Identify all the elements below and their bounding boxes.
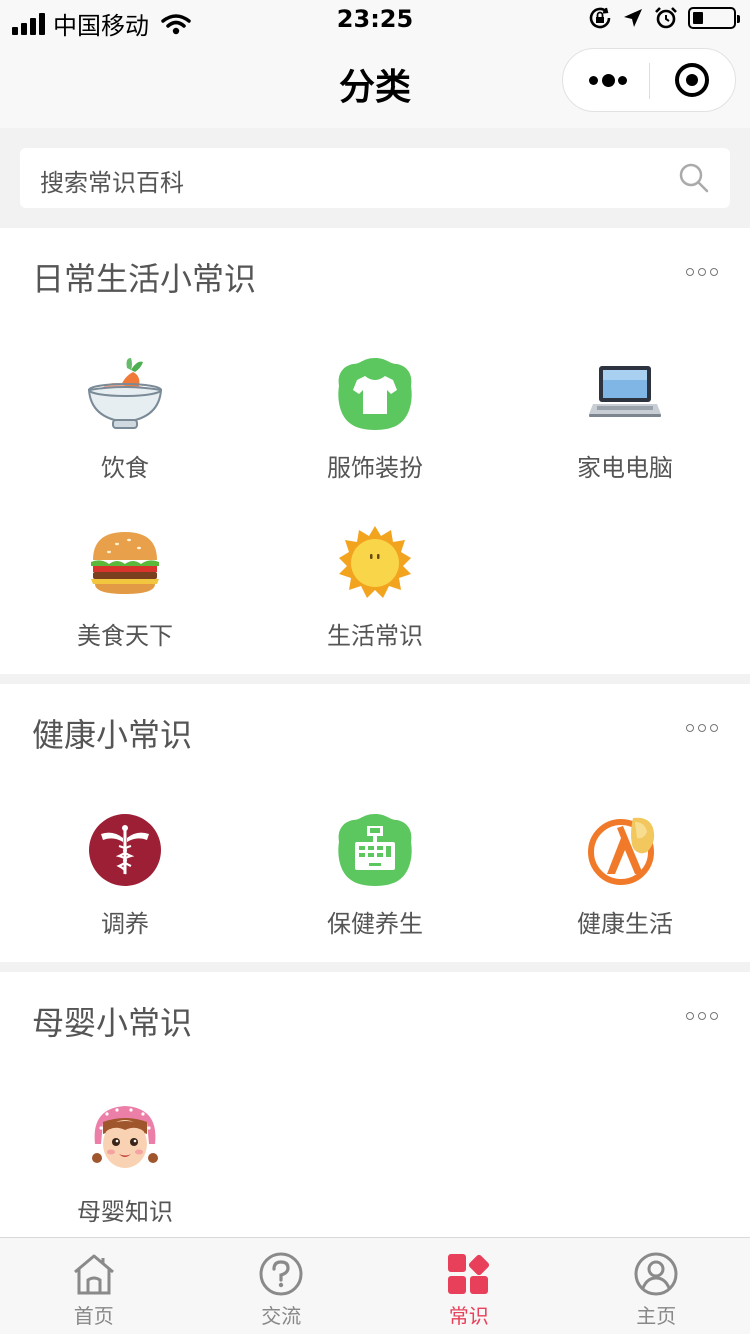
more-menu-button[interactable]: [589, 49, 627, 111]
alarm-icon: [655, 7, 677, 29]
tab-profile[interactable]: 主页: [563, 1238, 750, 1334]
status-bar: 中国移动 23:25: [0, 0, 750, 40]
category-item-diet[interactable]: 饮食: [0, 356, 250, 483]
caduceus-icon: [89, 814, 161, 886]
search-input[interactable]: 搜索常识百科: [20, 148, 730, 208]
navigation-bar: 分类: [0, 40, 750, 128]
category-label: 服饰装扮: [327, 454, 423, 482]
lambda-badge-icon: [588, 817, 655, 885]
burger-icon: [91, 532, 159, 594]
category-item-health-care[interactable]: 保健养生: [250, 812, 500, 939]
category-label: 生活常识: [327, 622, 423, 650]
category-item-appliances[interactable]: 家电电脑: [500, 356, 750, 483]
more-icon[interactable]: [686, 724, 718, 732]
section-maternal-infant: 母婴小常识 母婴知识: [0, 972, 750, 1237]
tab-knowledge[interactable]: 常识: [375, 1238, 563, 1334]
tab-label: 主页: [636, 1304, 677, 1328]
tab-label: 常识: [448, 1304, 489, 1328]
tshirt-icon: [338, 358, 412, 430]
sun-icon: [339, 526, 411, 598]
category-label: 美食天下: [77, 622, 173, 650]
location-arrow-icon: [624, 9, 642, 27]
category-label: 饮食: [101, 454, 149, 482]
category-label: 母婴知识: [77, 1198, 173, 1226]
mini-program-capsule: [562, 48, 736, 112]
battery-icon: [688, 7, 740, 29]
home-icon: [73, 1254, 114, 1295]
laptop-icon: [589, 366, 661, 417]
cash-register-icon: [338, 814, 412, 886]
question-icon: [259, 1252, 303, 1296]
search-icon[interactable]: [678, 162, 710, 194]
category-label: 健康生活: [577, 910, 673, 938]
section-daily-life: 日常生活小常识 饮食 服饰装扮 家电电脑 美食天下 生活常识: [0, 228, 750, 674]
category-item-maternal-knowledge[interactable]: 母婴知识: [0, 1100, 250, 1227]
status-right: [588, 6, 740, 30]
category-blocks-icon: [447, 1254, 489, 1294]
section-title: 日常生活小常识: [32, 260, 257, 298]
capsule-divider: [649, 63, 650, 99]
category-item-clothing[interactable]: 服饰装扮: [250, 356, 500, 483]
tab-label: 交流: [261, 1304, 302, 1328]
rotation-lock-icon: [589, 7, 611, 29]
profile-icon: [634, 1252, 678, 1296]
more-icon[interactable]: [686, 1012, 718, 1020]
category-label: 调养: [101, 910, 149, 938]
girl-face-icon: [92, 1106, 158, 1168]
tab-home[interactable]: 首页: [0, 1238, 188, 1334]
section-title: 母婴小常识: [32, 1004, 193, 1042]
more-icon[interactable]: [686, 268, 718, 276]
category-label: 家电电脑: [577, 454, 673, 482]
tab-label: 首页: [73, 1304, 114, 1328]
category-item-life-tips[interactable]: 生活常识: [250, 524, 500, 651]
section-health: 健康小常识 调养 保健养生 健康生活: [0, 684, 750, 962]
category-label: 保健养生: [327, 910, 423, 938]
close-mini-program-button[interactable]: [675, 63, 709, 97]
section-title: 健康小常识: [32, 716, 193, 754]
tab-bar: 首页 交流 常识 主页: [0, 1237, 750, 1334]
category-item-gourmet[interactable]: 美食天下: [0, 524, 250, 651]
food-bowl-icon: [87, 358, 163, 429]
tab-discuss[interactable]: 交流: [188, 1238, 376, 1334]
category-item-healthy-living[interactable]: 健康生活: [500, 812, 750, 939]
category-item-recuperation[interactable]: 调养: [0, 812, 250, 939]
search-placeholder: 搜索常识百科: [40, 169, 184, 197]
